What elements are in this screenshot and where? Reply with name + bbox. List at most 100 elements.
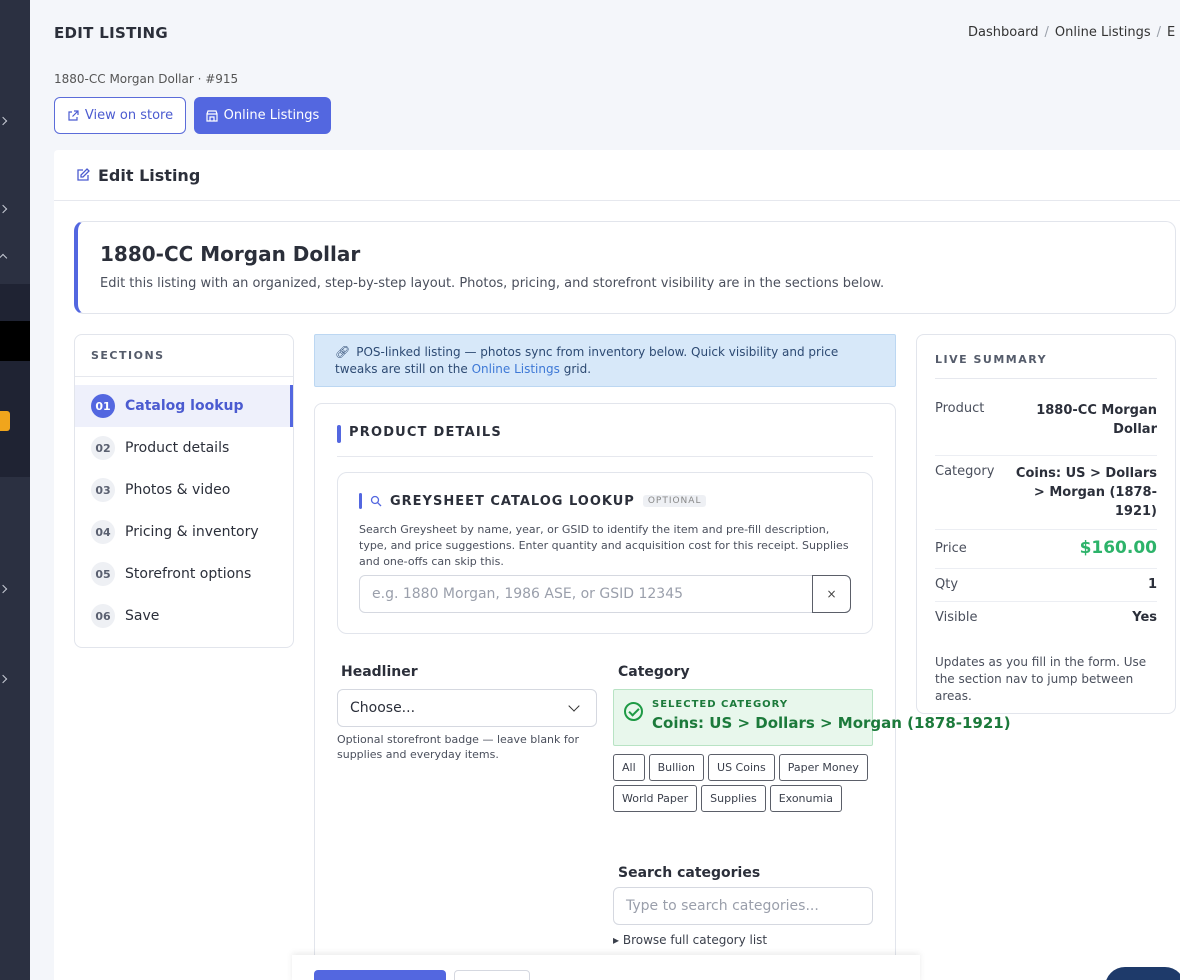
online-listings-link[interactable]: Online Listings — [472, 362, 560, 376]
listing-title: 1880-CC Morgan Dollar — [100, 242, 361, 266]
summary-price: $160.00 — [1079, 538, 1157, 558]
category-chip[interactable]: Paper Money — [778, 754, 868, 781]
sections-nav: SECTIONS 01 Catalog lookup 02 Product de… — [74, 334, 294, 648]
category-chip[interactable]: Bullion — [648, 754, 705, 781]
section-item-photos-video[interactable]: 03 Photos & video — [75, 469, 293, 511]
section-item-storefront-options[interactable]: 05 Storefront options — [75, 553, 293, 595]
greysheet-search-input[interactable]: e.g. 1880 Morgan, 1986 ASE, or GSID 1234… — [360, 576, 812, 612]
card-title: Edit Listing — [98, 165, 201, 185]
section-label: Pricing & inventory — [125, 524, 259, 540]
product-details-header: PRODUCT DETAILS — [337, 425, 873, 457]
chevron-icon[interactable] — [0, 204, 8, 214]
category-chip[interactable]: Supplies — [701, 785, 766, 812]
section-item-product-details[interactable]: 02 Product details — [75, 427, 293, 469]
summary-row-category: Category Coins: US > Dollars > Morgan (1… — [935, 456, 1157, 530]
summary-row-product: Product 1880-CC Morgan Dollar — [935, 379, 1157, 456]
summary-row-visible: Visible Yes — [935, 602, 1157, 634]
view-on-store-button[interactable]: View on store — [54, 97, 186, 134]
sections-heading: SECTIONS — [75, 335, 293, 377]
card-header: Edit Listing — [54, 150, 1180, 201]
section-number: 04 — [91, 520, 115, 544]
section-number: 03 — [91, 478, 115, 502]
breadcrumb-item[interactable]: Online Listings — [1055, 25, 1151, 40]
optional-badge: OPTIONAL — [642, 495, 707, 507]
section-label: Catalog lookup — [125, 398, 244, 414]
edit-listing-card: Edit Listing 1880-CC Morgan Dollar Edit … — [54, 150, 1180, 980]
category-chip[interactable]: All — [613, 754, 645, 781]
live-summary-heading: LIVE SUMMARY — [935, 353, 1157, 379]
sidebar-active-item[interactable] — [0, 321, 30, 361]
section-label: Product details — [125, 440, 230, 456]
summary-key: Visible — [935, 610, 978, 625]
section-label: Save — [125, 608, 160, 624]
selected-category: SELECTED CATEGORY Coins: US > Dollars > … — [613, 689, 1011, 746]
accent-bar — [337, 425, 341, 443]
greysheet-search: e.g. 1880 Morgan, 1986 ASE, or GSID 1234… — [359, 575, 851, 613]
breadcrumb-item: E — [1166, 25, 1176, 40]
chevron-icon[interactable] — [0, 674, 8, 684]
section-label: Photos & video — [125, 482, 231, 498]
section-number: 01 — [91, 394, 115, 418]
save-button[interactable] — [314, 970, 446, 980]
summary-row-price: Price $160.00 — [935, 530, 1157, 569]
summary-value: Yes — [1132, 610, 1157, 625]
section-number: 02 — [91, 436, 115, 460]
sidebar — [0, 0, 30, 980]
external-link-icon — [68, 109, 79, 121]
category-chip[interactable]: US Coins — [708, 754, 775, 781]
chevron-up-icon[interactable] — [0, 253, 8, 263]
secondary-button[interactable] — [454, 970, 530, 980]
headliner-label: Headliner — [341, 664, 418, 680]
section-item-save[interactable]: 06 Save — [75, 595, 293, 637]
listing-subline: 1880-CC Morgan Dollar · #915 — [54, 72, 239, 86]
breadcrumb-item[interactable]: Dashboard — [968, 25, 1039, 40]
sidebar-badge — [0, 411, 10, 431]
selected-category-value: Coins: US > Dollars > Morgan (1878-1921) — [652, 714, 1011, 732]
selected-category-label: SELECTED CATEGORY — [652, 699, 789, 710]
pos-linked-notice: 🔗︎ POS-linked listing — photos sync from … — [314, 334, 896, 387]
summary-key: Qty — [935, 577, 959, 592]
summary-value: Coins: US > Dollars > Morgan (1878-1921) — [1015, 466, 1157, 519]
browse-categories-toggle[interactable]: ▸ Browse full category list — [613, 933, 767, 947]
greysheet-description: Search Greysheet by name, year, or GSID … — [359, 523, 849, 568]
search-icon — [370, 495, 382, 507]
greysheet-title: GREYSHEET CATALOG LOOKUP — [390, 493, 635, 509]
section-item-pricing-inventory[interactable]: 04 Pricing & inventory — [75, 511, 293, 553]
chevron-icon[interactable] — [0, 584, 8, 594]
category-chip[interactable]: Exonumia — [769, 785, 843, 812]
edit-icon — [77, 168, 90, 181]
product-details-title: PRODUCT DETAILS — [349, 425, 502, 440]
summary-key: Product — [935, 401, 985, 416]
category-search-input[interactable]: Type to search categories... — [613, 887, 873, 925]
check-circle-icon — [624, 702, 643, 721]
section-number: 05 — [91, 562, 115, 586]
greysheet-title-row: GREYSHEET CATALOG LOOKUP OPTIONAL — [359, 493, 851, 509]
summary-value: 1 — [1147, 577, 1157, 592]
category-label: Category — [618, 664, 690, 680]
sticky-action-bar — [292, 955, 920, 980]
live-summary: LIVE SUMMARY Product 1880-CC Morgan Doll… — [916, 334, 1176, 714]
sidebar-section[interactable] — [0, 284, 30, 321]
category-chip[interactable]: World Paper — [613, 785, 698, 812]
search-categories-label: Search categories — [618, 865, 761, 881]
online-listings-button[interactable]: Online Listings — [194, 97, 331, 134]
online-listings-label: Online Listings — [223, 108, 320, 123]
store-icon — [206, 109, 218, 122]
headliner-help: Optional storefront badge — leave blank … — [337, 733, 580, 761]
headliner-select[interactable]: Choose... — [337, 689, 597, 727]
clear-button[interactable]: × — [812, 575, 851, 613]
breadcrumb: Dashboard / Online Listings / E — [968, 25, 1176, 40]
summary-key: Category — [935, 464, 995, 479]
chevron-icon[interactable] — [0, 116, 8, 126]
main-content: EDIT LISTING Dashboard / Online Listings / E… — [30, 0, 1180, 980]
product-details-panel: PRODUCT DETAILS GREYSHEET CATALOG LOOKUP… — [314, 403, 1011, 980]
summary-key: Price — [935, 540, 967, 556]
page-title: EDIT LISTING — [54, 24, 168, 42]
headliner-value: Choose... — [350, 700, 416, 716]
greysheet-lookup: GREYSHEET CATALOG LOOKUP OPTIONAL Search… — [337, 472, 873, 634]
floating-action-button[interactable] — [1105, 967, 1180, 980]
summary-row-qty: Qty 1 — [935, 569, 1157, 602]
notice-suffix: grid. — [563, 362, 592, 376]
section-item-catalog-lookup[interactable]: 01 Catalog lookup — [75, 385, 293, 427]
accent-bar — [359, 493, 362, 509]
